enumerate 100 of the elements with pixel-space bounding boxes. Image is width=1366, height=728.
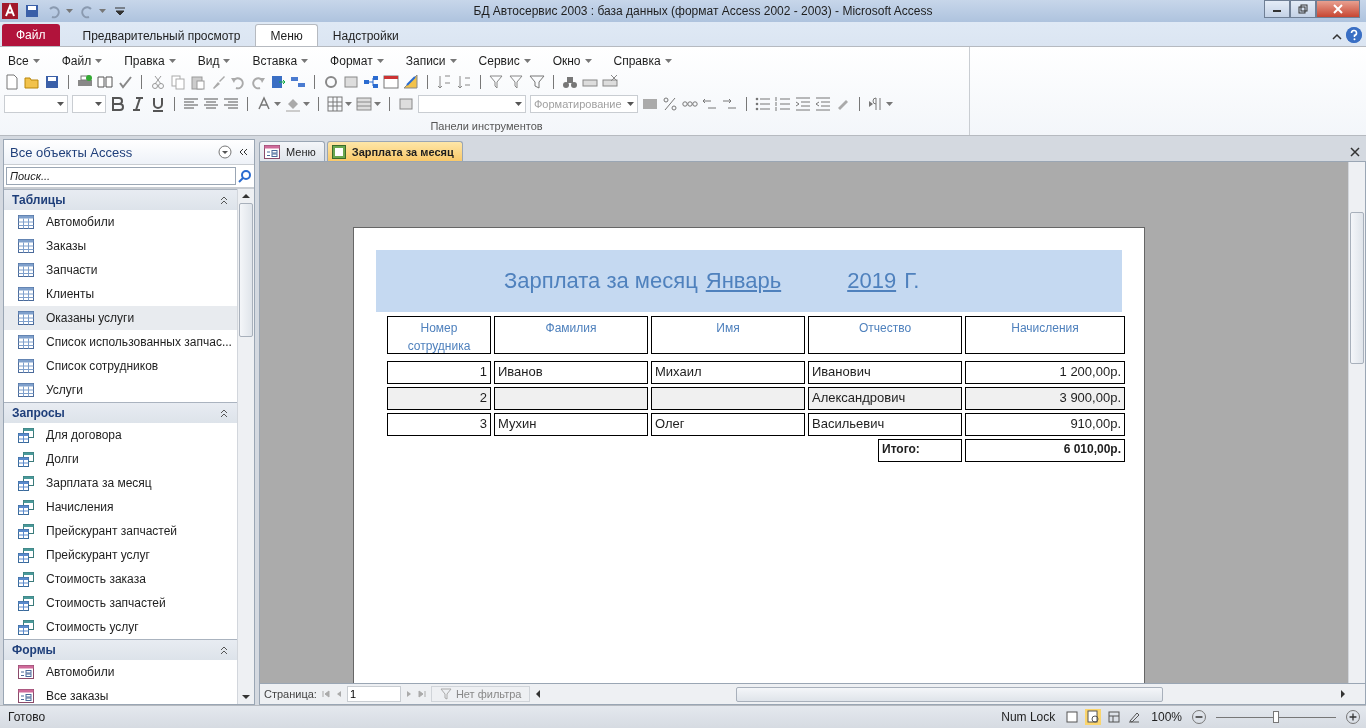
italic-icon[interactable]	[130, 96, 146, 112]
object-field[interactable]	[418, 95, 526, 113]
menu-item[interactable]: Вставка	[248, 54, 327, 68]
menu-item[interactable]: Окно	[548, 54, 610, 68]
menu-item[interactable]: Правка	[120, 54, 194, 68]
numbered-list-icon[interactable]	[775, 96, 791, 112]
close-button[interactable]	[1316, 0, 1360, 18]
group-title[interactable]: Запросы	[12, 406, 219, 420]
fill-bucket-icon[interactable]	[285, 96, 301, 112]
document-tab[interactable]: Зарплата за месяц	[326, 141, 463, 161]
last-page-icon[interactable]	[416, 689, 427, 699]
diagram-icon[interactable]	[363, 74, 379, 90]
redo-icon[interactable]	[79, 3, 95, 19]
underline-icon[interactable]	[150, 96, 166, 112]
navigation-item[interactable]: Для договора	[4, 423, 237, 447]
navigation-item[interactable]: Стоимость услуг	[4, 615, 237, 639]
help-icon[interactable]	[1346, 27, 1362, 43]
ribbon-tab[interactable]: Меню	[255, 24, 318, 46]
navigation-item[interactable]: Клиенты	[4, 282, 237, 306]
delete-record-icon[interactable]	[602, 74, 618, 90]
menu-item[interactable]: Все	[4, 54, 58, 68]
ribbon-tab[interactable]: Предварительный просмотр	[67, 24, 256, 46]
restore-button[interactable]	[1290, 0, 1316, 18]
ribbon-tab[interactable]: Надстройки	[317, 24, 414, 46]
document-tab[interactable]: Меню	[259, 141, 325, 161]
collapse-icon[interactable]	[219, 645, 229, 655]
collapse-icon[interactable]	[219, 408, 229, 418]
page-field[interactable]: 1	[346, 686, 401, 702]
caret-icon[interactable]	[303, 102, 310, 106]
caret-icon[interactable]	[374, 102, 381, 106]
group-header[interactable]: Формы	[4, 639, 237, 660]
redo-icon[interactable]	[250, 74, 266, 90]
next-page-icon[interactable]	[404, 689, 413, 699]
new-document-icon[interactable]	[4, 74, 20, 90]
navigation-item[interactable]: Оказаны услуги	[4, 306, 237, 330]
paragraph-direction-icon[interactable]	[868, 96, 884, 112]
undo-icon[interactable]	[230, 74, 246, 90]
save-icon[interactable]	[44, 74, 60, 90]
caret-icon[interactable]	[57, 102, 64, 106]
navigation-item[interactable]: Услуги	[4, 378, 237, 402]
report-view-icon[interactable]	[1065, 710, 1080, 724]
menu-item[interactable]: Вид	[193, 54, 249, 68]
scissors-icon[interactable]	[150, 74, 166, 90]
group-header[interactable]: Запросы	[4, 402, 237, 423]
paste-icon[interactable]	[190, 74, 206, 90]
save-icon[interactable]	[24, 3, 40, 19]
decrease-decimal-icon[interactable]	[722, 96, 738, 112]
scrollbar-thumb[interactable]	[736, 686, 1164, 702]
close-icon[interactable]	[1350, 147, 1360, 157]
navigation-item[interactable]: Зарплата за месяц	[4, 471, 237, 495]
scrollbar-thumb[interactable]	[1350, 212, 1364, 364]
bullet-list-icon[interactable]	[755, 96, 771, 112]
navigation-item[interactable]: Все заказы	[4, 684, 237, 704]
menu-item[interactable]: Сервис	[474, 54, 549, 68]
binoculars-icon[interactable]	[562, 74, 578, 90]
scroll-right-icon[interactable]	[1339, 689, 1347, 699]
navigation-item[interactable]: Список использованных запчас...	[4, 330, 237, 354]
undo-icon[interactable]	[46, 3, 62, 19]
navigation-item[interactable]: Автомобили	[4, 210, 237, 234]
caret-icon[interactable]	[95, 102, 102, 106]
align-center-icon[interactable]	[203, 96, 219, 112]
font-color-icon[interactable]	[256, 96, 272, 112]
align-right-icon[interactable]	[223, 96, 239, 112]
filter-icon[interactable]	[529, 74, 545, 90]
caret-icon[interactable]	[886, 102, 893, 106]
dropdown-icon[interactable]	[218, 145, 232, 159]
menu-item[interactable]: Записи	[401, 54, 475, 68]
navigation-item[interactable]: Прейскурант запчастей	[4, 519, 237, 543]
font-field[interactable]	[4, 95, 68, 113]
first-page-icon[interactable]	[320, 689, 331, 699]
window-icon[interactable]	[383, 74, 399, 90]
gridlines-icon[interactable]	[356, 96, 372, 112]
navigation-item[interactable]: Долги	[4, 447, 237, 471]
document-export-icon[interactable]	[270, 74, 286, 90]
navigation-item[interactable]: Стоимость заказа	[4, 567, 237, 591]
print-preview-icon[interactable]	[1085, 709, 1102, 725]
scroll-left-icon[interactable]	[534, 689, 543, 699]
font-size-field[interactable]	[72, 95, 106, 113]
menu-item[interactable]: Формат	[326, 54, 402, 68]
filter-selection-icon[interactable]	[489, 74, 505, 90]
navigation-item[interactable]: Стоимость запчастей	[4, 591, 237, 615]
navigation-item[interactable]: Запчасти	[4, 258, 237, 282]
brush-icon[interactable]	[210, 74, 226, 90]
copy-icon[interactable]	[170, 74, 186, 90]
bold-icon[interactable]	[110, 96, 126, 112]
group-title[interactable]: Таблицы	[12, 193, 219, 207]
navigation-item[interactable]: Автомобили	[4, 660, 237, 684]
increase-decimal-icon[interactable]	[702, 96, 718, 112]
relationships-icon[interactable]	[290, 74, 306, 90]
minimize-button[interactable]	[1264, 0, 1290, 18]
caret-icon[interactable]	[345, 102, 352, 106]
layout-view-icon[interactable]	[1107, 710, 1122, 724]
group-title[interactable]: Формы	[12, 643, 219, 657]
collapse-pane-icon[interactable]	[238, 148, 248, 156]
caret-icon[interactable]	[515, 102, 522, 106]
scrollbar-thumb[interactable]	[239, 203, 253, 337]
zoom-slider[interactable]	[1216, 711, 1336, 723]
percent-icon[interactable]	[662, 96, 678, 112]
indent-icon[interactable]	[795, 96, 811, 112]
navigation-item[interactable]: Прейскурант услуг	[4, 543, 237, 567]
